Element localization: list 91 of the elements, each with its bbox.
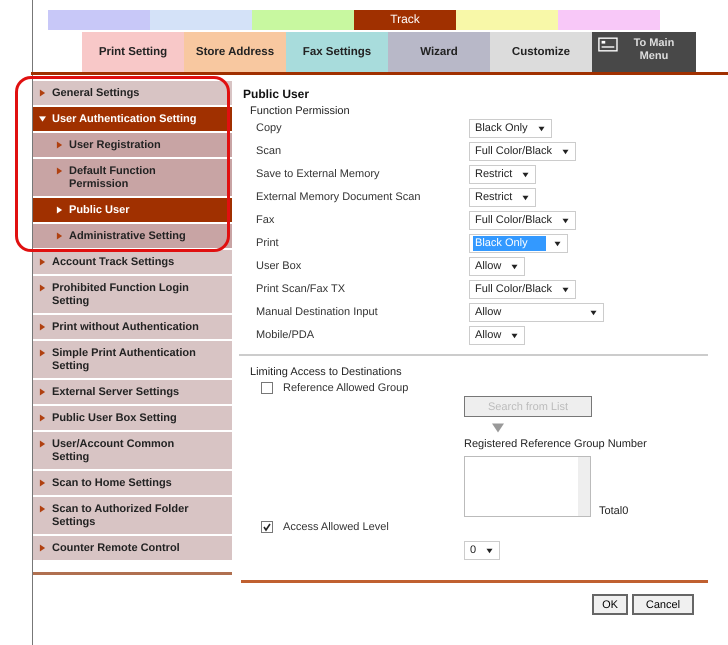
caret-right-icon — [39, 323, 46, 331]
caret-right-icon — [39, 479, 46, 487]
dropdown[interactable]: Allow — [469, 257, 526, 276]
sidebar-item[interactable]: Print without Authentication — [33, 315, 232, 339]
caret-right-icon — [39, 544, 46, 552]
section-label: Limiting Access to Destinations — [250, 366, 403, 378]
field-label: User Box — [256, 259, 302, 274]
sidebar-item[interactable]: External Server Settings — [33, 380, 232, 404]
caret-down-icon — [486, 548, 494, 554]
sidebar-item[interactable]: Scan to Authorized Folder Settings — [33, 497, 232, 534]
sidebar-item[interactable]: Account Track Settings — [33, 250, 232, 274]
sidebar-item[interactable]: Public User Box Setting — [33, 406, 232, 430]
screen-icon — [598, 37, 618, 52]
tab[interactable]: Fax Settings — [286, 32, 388, 72]
tab[interactable]: Print Setting — [82, 32, 184, 72]
checkbox-label: Access Allowed Level — [283, 521, 389, 533]
caret-right-icon — [39, 388, 46, 396]
caret-down-icon — [39, 115, 46, 123]
caret-down-icon — [562, 148, 570, 154]
dropdown[interactable]: Black Only — [469, 119, 552, 138]
caret-right-icon — [39, 89, 46, 97]
dropdown[interactable]: Restrict — [469, 165, 536, 184]
section-title: Public User — [243, 87, 310, 101]
sidebar-item[interactable]: User Authentication Setting — [33, 107, 232, 131]
caret-down-icon — [590, 310, 597, 316]
caret-down-icon — [562, 286, 570, 292]
field-label: Print — [256, 236, 280, 251]
field-label: Fax — [256, 213, 276, 228]
main-menu-label[interactable]: To Main Menu — [618, 37, 690, 63]
sidebar-item[interactable]: Scan to Home Settings — [33, 471, 232, 495]
submenu-item[interactable]: User Registration — [33, 133, 232, 157]
checkbox[interactable] — [261, 521, 273, 533]
tab[interactable]: Wizard — [388, 32, 490, 72]
field-label: Print Scan/Fax TX — [256, 282, 346, 297]
sidebar-item[interactable]: Counter Remote Control — [33, 536, 232, 560]
caret-right-icon — [56, 206, 63, 214]
sidebar-item[interactable]: General Settings — [33, 81, 232, 105]
field-label: Save to External Memory — [256, 167, 380, 182]
caret-right-icon — [39, 414, 46, 422]
caret-right-icon — [39, 505, 46, 513]
list-box[interactable] — [464, 456, 591, 517]
caret-right-icon — [56, 141, 63, 149]
total-count: Total0 — [599, 505, 628, 517]
category-tab[interactable] — [150, 10, 252, 30]
category-tab[interactable] — [558, 10, 660, 30]
caret-down-icon — [522, 194, 530, 200]
caret-down-icon — [554, 240, 561, 246]
dropdown[interactable]: Allow — [469, 303, 604, 322]
category-tab[interactable]: Track — [354, 10, 456, 30]
caret-down-icon — [511, 264, 518, 270]
category-tab[interactable] — [252, 10, 354, 30]
category-tab[interactable] — [456, 10, 558, 30]
caret-right-icon — [39, 284, 46, 292]
submenu-item[interactable]: Administrative Setting — [33, 224, 232, 248]
dropdown[interactable]: Full Color/Black — [469, 142, 576, 161]
sidebar-item[interactable]: User/Account Common Setting — [33, 432, 232, 469]
field-label: External Memory Document Scan — [256, 190, 422, 205]
submenu-item[interactable]: Public User — [33, 198, 232, 222]
section-label: Function Permission — [250, 105, 351, 117]
caret-down-icon — [522, 172, 530, 178]
dialog-button[interactable]: Cancel — [632, 594, 694, 615]
tab[interactable]: Store Address — [184, 32, 286, 72]
checkbox-label: Reference Allowed Group — [283, 382, 408, 394]
field-label: Manual Destination Input — [256, 305, 379, 320]
scrollbar[interactable] — [578, 457, 590, 516]
caret-down-icon — [538, 126, 545, 132]
field-label: Scan — [256, 144, 282, 159]
caret-right-icon — [39, 349, 46, 357]
dropdown[interactable]: Restrict — [469, 188, 536, 207]
dialog-button[interactable]: OK — [592, 594, 628, 615]
caret-right-icon — [39, 258, 46, 266]
sidebar-item[interactable]: Simple Print Authentication Setting — [33, 341, 232, 378]
field-label: Registered Reference Group Number — [464, 438, 647, 450]
category-tab[interactable] — [48, 10, 150, 30]
dropdown[interactable]: Allow — [469, 326, 526, 345]
checkbox[interactable] — [261, 382, 273, 394]
dropdown[interactable]: Full Color/Black — [469, 211, 576, 230]
caret-right-icon — [56, 167, 63, 175]
caret-down-icon — [562, 218, 570, 224]
submenu-item[interactable]: Default Function Permission — [33, 159, 232, 196]
main-menu-button[interactable]: To Main Menu — [592, 32, 696, 72]
caret-right-icon — [39, 440, 46, 448]
sidebar-item[interactable]: Prohibited Function Login Setting — [33, 276, 232, 313]
dropdown[interactable]: Full Color/Black — [469, 280, 576, 299]
arrow-down-icon — [492, 422, 504, 434]
tab[interactable]: Customize — [490, 32, 592, 72]
caret-right-icon — [56, 232, 63, 240]
field-label: Mobile/PDA — [256, 328, 316, 343]
caret-down-icon — [511, 332, 518, 338]
field-label: Copy — [256, 121, 283, 136]
dropdown[interactable]: 0 — [464, 541, 500, 560]
